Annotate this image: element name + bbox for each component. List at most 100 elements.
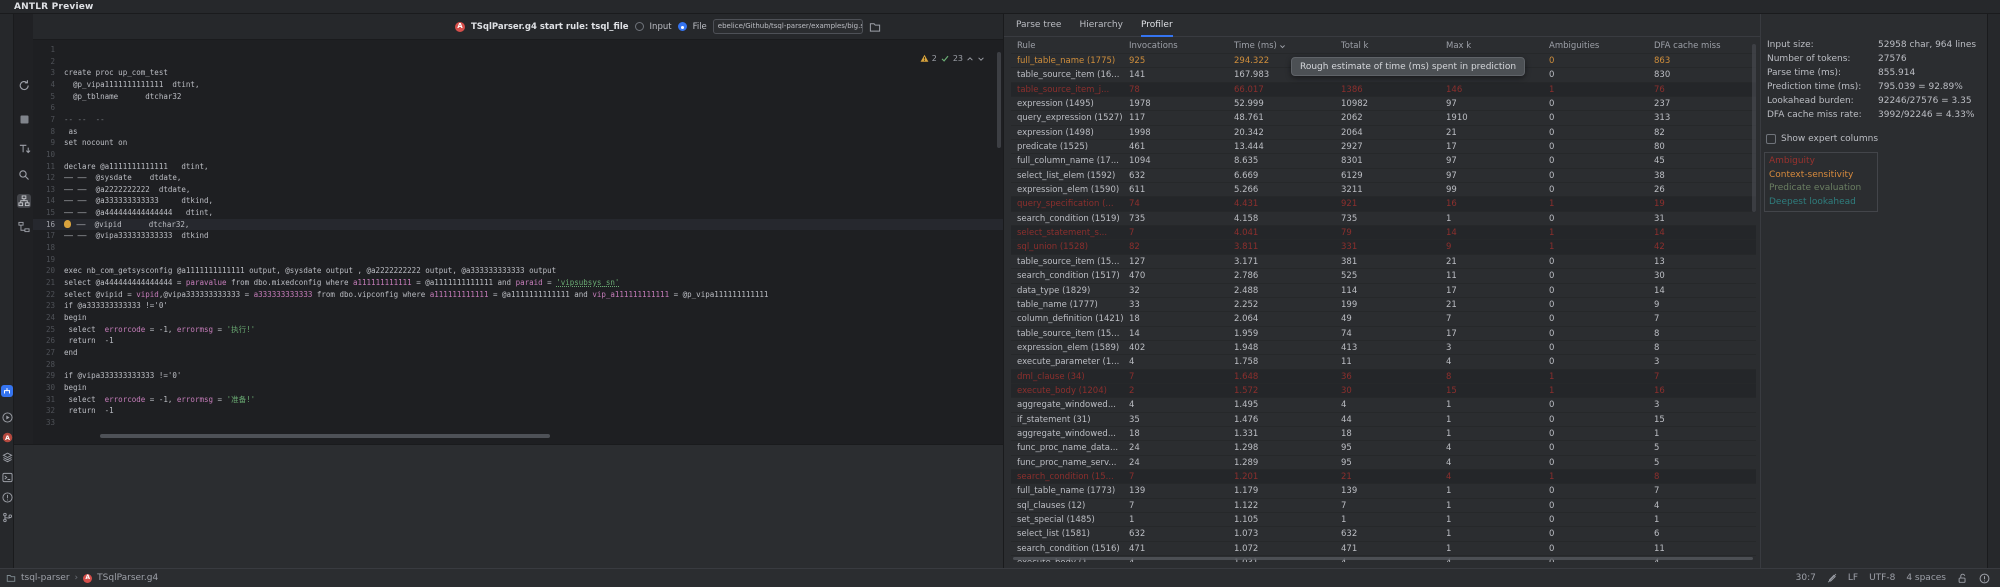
- code-editor[interactable]: 1 23 create proc up_com_test 4 @p_vipa11111…: [33, 40, 1003, 444]
- code-line[interactable]: -- -- --: [64, 114, 1003, 126]
- table-row[interactable]: search_condition (15...71.20121418: [1011, 469, 1756, 483]
- table-vertical-scrollbar[interactable]: [1752, 44, 1756, 212]
- code-line[interactable]: [64, 149, 1003, 161]
- profiler-table[interactable]: full_table_name (1775)925294.3220863tabl…: [1011, 53, 1756, 562]
- show-expert-columns-checkbox[interactable]: [1766, 134, 1776, 144]
- table-row[interactable]: func_proc_name_data...241.29895405: [1011, 440, 1756, 454]
- code-line[interactable]: [64, 254, 1003, 266]
- table-row[interactable]: search_condition (1516)4711.0724711011: [1011, 541, 1756, 555]
- line-number[interactable]: 23: [33, 300, 55, 312]
- code-line[interactable]: —— —— @a444444444444444 dtint,: [64, 207, 1003, 219]
- line-number[interactable]: 33: [33, 417, 55, 429]
- search-icon[interactable]: [17, 168, 31, 182]
- code-line[interactable]: as: [64, 126, 1003, 138]
- terminal-toolwindow-icon[interactable]: [1, 471, 13, 483]
- line-number[interactable]: 27: [33, 347, 55, 359]
- table-row[interactable]: dml_clause (34)71.64836817: [1011, 369, 1756, 383]
- antlr-toolwindow-icon[interactable]: A: [1, 431, 13, 443]
- line-number[interactable]: 5: [33, 91, 55, 103]
- table-row[interactable]: table_source_item (15...1273.17138121013: [1011, 254, 1756, 268]
- lock-icon[interactable]: [1957, 573, 1968, 584]
- code-line[interactable]: [64, 417, 1003, 429]
- refresh-icon[interactable]: [17, 78, 31, 92]
- code-line[interactable]: —— —— @vipa333333333333 dtkind: [64, 230, 1003, 242]
- table-row[interactable]: predicate (1525)46113.444292717080: [1011, 139, 1756, 153]
- column-header[interactable]: DFA cache miss: [1654, 41, 1721, 51]
- line-number[interactable]: 11: [33, 161, 55, 173]
- code-line[interactable]: create proc up_com_test: [64, 67, 1003, 79]
- code-line[interactable]: select errorcode = -1, errormsg = '执行!': [64, 324, 1003, 336]
- code-line[interactable]: begin: [64, 382, 1003, 394]
- column-header[interactable]: Time (ms): [1234, 41, 1286, 51]
- line-number[interactable]: 32: [33, 405, 55, 417]
- stop-icon[interactable]: [17, 112, 31, 126]
- line-number[interactable]: 18: [33, 242, 55, 254]
- table-row[interactable]: expression (1498)199820.342206421082: [1011, 125, 1756, 139]
- table-row[interactable]: expression_elem (1589)4021.948413308: [1011, 340, 1756, 354]
- table-row[interactable]: select_list_elem (1592)6326.669612997038: [1011, 168, 1756, 182]
- code-line[interactable]: begin: [64, 312, 1003, 324]
- prev-problem-icon[interactable]: [966, 55, 974, 63]
- line-number[interactable]: 4: [33, 79, 55, 91]
- line-number[interactable]: 1: [33, 44, 55, 56]
- table-row[interactable]: table_source_item_j...7866.0171386146176: [1011, 82, 1756, 96]
- line-ending-indicator[interactable]: LF: [1848, 573, 1858, 583]
- table-row[interactable]: expression_elem (1590)6115.266321199026: [1011, 182, 1756, 196]
- column-header[interactable]: Ambiguities: [1549, 41, 1599, 51]
- code-line[interactable]: [64, 242, 1003, 254]
- code-line[interactable]: @p_tblname dtchar32: [64, 91, 1003, 103]
- code-line[interactable]: —— @vipid dtchar32,: [64, 219, 1003, 231]
- table-row[interactable]: full_column_name (17...10948.63583019704…: [1011, 153, 1756, 167]
- next-problem-icon[interactable]: [977, 55, 985, 63]
- table-horizontal-scrollbar[interactable]: [1013, 557, 1753, 560]
- table-row[interactable]: sql_clauses (12)71.1227104: [1011, 498, 1756, 512]
- line-number[interactable]: 28: [33, 359, 55, 371]
- run-toolwindow-icon[interactable]: [1, 411, 13, 423]
- encoding-indicator[interactable]: UTF-8: [1869, 573, 1895, 583]
- table-row[interactable]: table_name (1777)332.2521992109: [1011, 297, 1756, 311]
- antlr-preview-toolwindow-icon[interactable]: [1, 385, 13, 397]
- scroll-to-source-icon[interactable]: [17, 142, 31, 156]
- column-header[interactable]: Max k: [1446, 41, 1471, 51]
- line-number[interactable]: 31: [33, 394, 55, 406]
- notifications-icon[interactable]: [1979, 573, 1990, 584]
- line-number[interactable]: 7: [33, 114, 55, 126]
- test-file-path-field[interactable]: ebelice/Github/tsql-parser/examples/big.…: [713, 19, 863, 34]
- table-row[interactable]: query_expression (1527)11748.76120621910…: [1011, 110, 1756, 124]
- show-expert-columns-row[interactable]: Show expert columns: [1766, 134, 1878, 144]
- line-number[interactable]: 16: [33, 219, 55, 231]
- table-row[interactable]: sql_union (1528)823.8113319142: [1011, 239, 1756, 253]
- line-number[interactable]: 6: [33, 102, 55, 114]
- breadcrumb-file[interactable]: TSqlParser.g4: [97, 573, 158, 583]
- tab-profiler[interactable]: Profiler: [1141, 14, 1173, 37]
- readonly-pencil-icon[interactable]: [1827, 573, 1837, 583]
- code-line[interactable]: —— —— @a2222222222 dtdate,: [64, 184, 1003, 196]
- line-number[interactable]: 21: [33, 277, 55, 289]
- table-row[interactable]: column_definition (1421)182.06449707: [1011, 311, 1756, 325]
- editor-vertical-scrollbar[interactable]: [997, 52, 1001, 148]
- code-line[interactable]: set nocount on: [64, 137, 1003, 149]
- line-number[interactable]: 3: [33, 67, 55, 79]
- code-line[interactable]: @p_vipa1111111111111 dtint,: [64, 79, 1003, 91]
- line-number[interactable]: 20: [33, 265, 55, 277]
- table-row[interactable]: select_list (1581)6321.073632106: [1011, 526, 1756, 540]
- table-row[interactable]: execute_body (1204)21.5723015116: [1011, 383, 1756, 397]
- line-number[interactable]: 30: [33, 382, 55, 394]
- table-row[interactable]: search_condition (1519)7354.1587351031: [1011, 211, 1756, 225]
- code-line[interactable]: if @vipa333333333333 !='0': [64, 370, 1003, 382]
- line-number[interactable]: 9: [33, 137, 55, 149]
- folder-icon[interactable]: [869, 21, 881, 33]
- code-line[interactable]: select @vipid = vipid,@vipa333333333333 …: [64, 289, 1003, 301]
- line-number[interactable]: 26: [33, 335, 55, 347]
- line-number[interactable]: 25: [33, 324, 55, 336]
- caret-position[interactable]: 30:7: [1796, 573, 1816, 583]
- editor-horizontal-scrollbar[interactable]: [100, 434, 550, 438]
- input-radio-label[interactable]: Input: [650, 22, 672, 32]
- table-row[interactable]: set_special (1485)11.1051101: [1011, 512, 1756, 526]
- table-row[interactable]: table_source_item (15...141.959741708: [1011, 326, 1756, 340]
- code-line[interactable]: select errorcode = -1, errormsg = '准备!': [64, 394, 1003, 406]
- table-row[interactable]: query_specification (...744.43192116119: [1011, 196, 1756, 210]
- column-header[interactable]: Total k: [1341, 41, 1368, 51]
- code-line[interactable]: exec nb_com_getsysconfig @a1111111111111…: [64, 265, 1003, 277]
- file-radio[interactable]: [678, 22, 687, 31]
